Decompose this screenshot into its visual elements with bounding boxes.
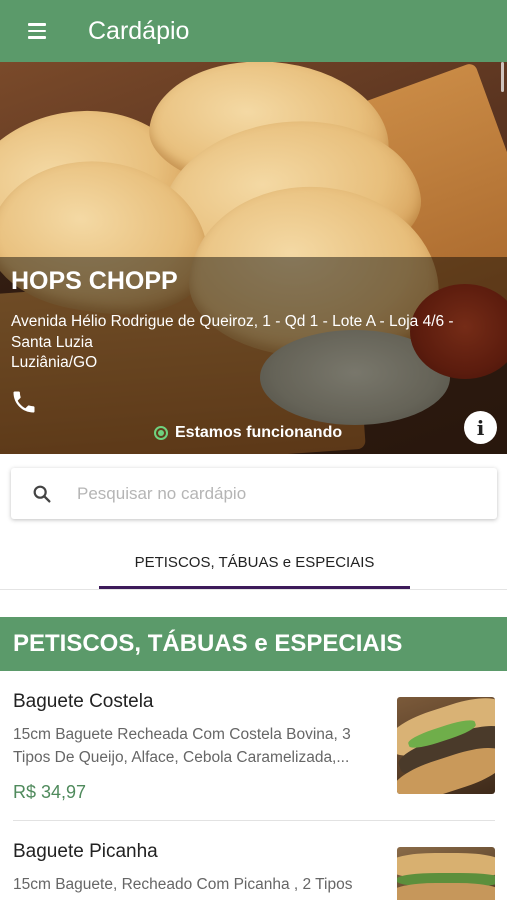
scrollbar-thumb[interactable] [501,62,504,92]
section-header: PETISCOS, TÁBUAS e ESPECIAIS [0,617,507,671]
store-city: Luziânia/GO [11,354,98,371]
store-banner: HOPS CHOPP Avenida Hélio Rodrigue de Que… [0,62,507,454]
app-bar: Cardápio [0,0,507,62]
page-title: Cardápio [88,16,190,45]
search-input[interactable] [77,483,457,504]
menu-item[interactable]: Baguete Picanha 15cm Baguete, Recheado C… [0,821,507,900]
item-image [397,697,495,794]
item-name: Baguete Picanha [13,841,158,862]
search-icon [33,485,51,503]
phone-icon[interactable] [10,388,38,416]
status-text: Estamos funcionando [175,424,343,441]
tab-label: PETISCOS, TÁBUAS e ESPECIAIS [134,553,375,571]
store-address: Avenida Hélio Rodrigue de Queiroz, 1 - Q… [11,312,491,374]
item-description: 15cm Baguete, Recheado Com Picanha , 2 T… [13,876,353,893]
status-indicator-icon [154,426,168,440]
item-image [397,847,495,900]
info-icon[interactable]: i [464,411,497,444]
tab-petiscos[interactable]: PETISCOS, TÁBUAS e ESPECIAIS [99,534,410,590]
item-description: 15cm Baguete Recheada Com Costela Bovina… [13,726,351,766]
status-badge: Estamos funcionando [154,424,342,442]
tabs-divider [0,589,507,590]
menu-icon[interactable] [28,20,56,42]
section-title: PETISCOS, TÁBUAS e ESPECIAIS [13,630,403,657]
item-price: R$ 34,97 [13,782,87,802]
menu-item[interactable]: Baguete Costela 15cm Baguete Recheada Co… [0,671,507,821]
search-bar [11,468,497,519]
store-name: HOPS CHOPP [11,267,178,295]
item-name: Baguete Costela [13,691,154,712]
store-street: Avenida Hélio Rodrigue de Queiroz, 1 - Q… [11,313,454,351]
